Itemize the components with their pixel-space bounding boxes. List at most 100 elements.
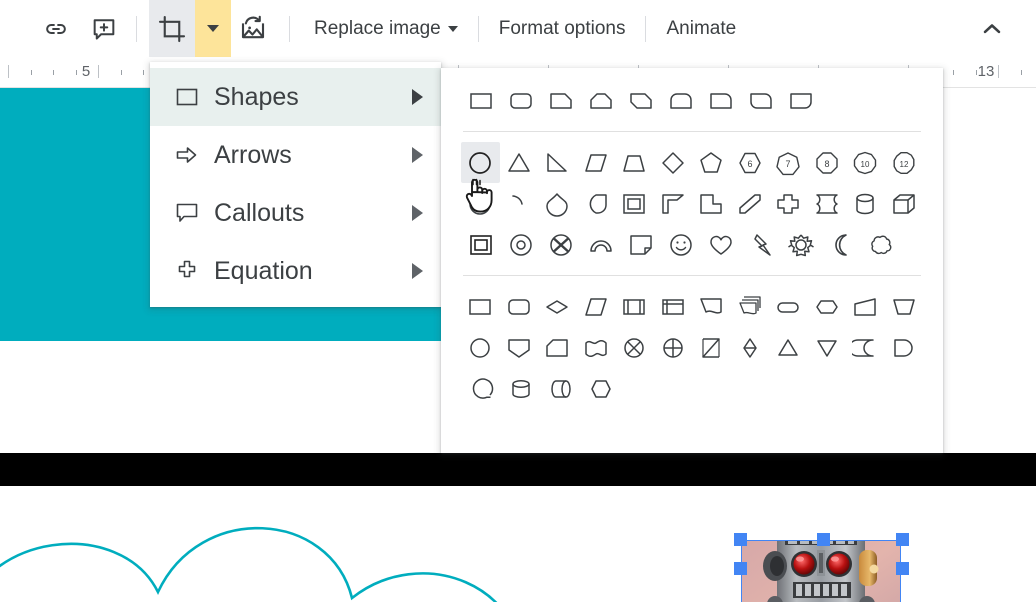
add-comment-icon[interactable] — [84, 9, 124, 49]
menu-item-shapes[interactable]: Shapes — [150, 68, 441, 126]
shape-ellipse[interactable] — [461, 142, 500, 183]
shape-snip-and-round-single-corner-rectangle[interactable] — [781, 80, 821, 121]
shape-flowchart-punched-tape[interactable] — [577, 327, 616, 368]
crop-button[interactable] — [149, 0, 195, 57]
palette-row: 6 7 8 10 12 — [461, 142, 923, 183]
shape-flowchart-off-page-connector[interactable] — [500, 327, 539, 368]
shape-cloud[interactable] — [861, 224, 901, 265]
selected-image-group[interactable] — [734, 533, 909, 602]
shape-rectangle[interactable] — [461, 80, 501, 121]
shape-flowchart-manual-input[interactable] — [846, 286, 885, 327]
shape-flowchart-stored-data[interactable] — [846, 327, 885, 368]
shape-flowchart-multidocument[interactable] — [731, 286, 770, 327]
image-toolbar: Replace image Format options Animate — [0, 0, 1036, 57]
shape-frame[interactable] — [615, 183, 654, 224]
selection-handle-middle-right[interactable] — [896, 562, 909, 575]
format-options-label: Format options — [498, 17, 626, 39]
shape-teardrop-shape[interactable] — [538, 183, 577, 224]
shape-cross[interactable] — [769, 183, 808, 224]
shape-sun[interactable] — [781, 224, 821, 265]
shape-flowchart-delay[interactable] — [885, 327, 924, 368]
shape-dodecagon-12[interactable]: 12 — [885, 142, 924, 183]
reset-image-icon[interactable] — [233, 9, 273, 49]
animate-button[interactable]: Animate — [650, 11, 752, 47]
shape-flowchart-preparation[interactable] — [808, 286, 847, 327]
shape-corner[interactable] — [654, 183, 693, 224]
slide-title[interactable]: to consider befor — [0, 383, 341, 438]
shape-no-symbol[interactable] — [541, 224, 581, 265]
shape-half-frame-round[interactable] — [577, 183, 616, 224]
shape-decagon-10[interactable]: 10 — [846, 142, 885, 183]
shape-flowchart-display[interactable] — [581, 368, 621, 409]
shape-trapezoid[interactable] — [615, 142, 654, 183]
selection-handle-top-center[interactable] — [817, 533, 830, 546]
shape-snip-same-side-corner-rectangle[interactable] — [581, 80, 621, 121]
selection-handle-top-left[interactable] — [734, 533, 747, 546]
shape-flowchart-sequential-access-storage[interactable] — [461, 368, 501, 409]
shape-flowchart-connector[interactable] — [461, 327, 500, 368]
shape-folded-corner[interactable] — [621, 224, 661, 265]
shape-diagonal-stripe[interactable] — [731, 183, 770, 224]
shape-l-shape[interactable] — [692, 183, 731, 224]
selection-handle-top-right[interactable] — [896, 533, 909, 546]
shape-flowchart-alternate-process[interactable] — [500, 286, 539, 327]
shape-flowchart-extract[interactable] — [769, 327, 808, 368]
shape-flowchart-internal-storage[interactable] — [654, 286, 693, 327]
shape-flowchart-predefined-process[interactable] — [615, 286, 654, 327]
shape-flowchart-or[interactable] — [654, 327, 693, 368]
shape-flowchart-terminator[interactable] — [769, 286, 808, 327]
shape-pentagon[interactable] — [692, 142, 731, 183]
shape-lightning-bolt[interactable] — [741, 224, 781, 265]
shape-snip-diagonal-corner-rectangle[interactable] — [621, 80, 661, 121]
shape-round-single-corner-rectangle[interactable] — [701, 80, 741, 121]
insert-link-icon[interactable] — [36, 9, 76, 49]
shape-flowchart-manual-operation[interactable] — [885, 286, 924, 327]
svg-text:8: 8 — [824, 159, 829, 169]
shape-flowchart-document[interactable] — [692, 286, 731, 327]
replace-image-button[interactable]: Replace image — [298, 11, 474, 47]
selection-handle-middle-left[interactable] — [734, 562, 747, 575]
shape-heart[interactable] — [701, 224, 741, 265]
menu-item-equation[interactable]: Equation — [150, 242, 441, 300]
shape-flowchart-magnetic-disk[interactable] — [501, 368, 541, 409]
palette-divider-1 — [463, 131, 921, 132]
shape-flowchart-direct-access-storage[interactable] — [541, 368, 581, 409]
crop-dropdown-button[interactable] — [195, 0, 231, 57]
shape-octagon-8[interactable]: 8 — [808, 142, 847, 183]
shape-smiley-face[interactable] — [661, 224, 701, 265]
shape-rounded-rectangle[interactable] — [501, 80, 541, 121]
shape-cube[interactable] — [885, 183, 924, 224]
shape-flowchart-data[interactable] — [577, 286, 616, 327]
shape-arc[interactable] — [500, 183, 539, 224]
plus-sign-icon — [174, 258, 214, 284]
shape-flowchart-process[interactable] — [461, 286, 500, 327]
shape-cylinder[interactable] — [846, 183, 885, 224]
shape-round-same-side-corner-rectangle[interactable] — [661, 80, 701, 121]
shape-teardrop[interactable] — [461, 183, 500, 224]
shape-flowchart-decision[interactable] — [538, 286, 577, 327]
shape-flowchart-merge[interactable] — [808, 327, 847, 368]
shape-flowchart-sort[interactable] — [731, 327, 770, 368]
shape-plaque[interactable] — [808, 183, 847, 224]
shape-moon[interactable] — [821, 224, 861, 265]
menu-item-arrows[interactable]: Arrows — [150, 126, 441, 184]
shape-bevel[interactable] — [461, 224, 501, 265]
shape-snip-single-corner-rectangle[interactable] — [541, 80, 581, 121]
shape-donut[interactable] — [501, 224, 541, 265]
shape-hexagon-6[interactable]: 6 — [731, 142, 770, 183]
shape-diamond[interactable] — [654, 142, 693, 183]
format-options-button[interactable]: Format options — [483, 11, 642, 47]
robot-image[interactable] — [741, 540, 901, 602]
body-heading[interactable]: ur Computer — [0, 597, 137, 602]
shape-parallelogram[interactable] — [577, 142, 616, 183]
shape-block-arc[interactable] — [581, 224, 621, 265]
shape-flowchart-collate[interactable] — [692, 327, 731, 368]
shape-flowchart-card[interactable] — [538, 327, 577, 368]
menu-item-callouts[interactable]: Callouts — [150, 184, 441, 242]
shape-triangle[interactable] — [500, 142, 539, 183]
shape-right-triangle[interactable] — [538, 142, 577, 183]
shape-flowchart-summing-junction[interactable] — [615, 327, 654, 368]
shape-heptagon-7[interactable]: 7 — [769, 142, 808, 183]
shape-round-diagonal-corner-rectangle[interactable] — [741, 80, 781, 121]
collapse-toolbar-button[interactable] — [972, 9, 1012, 49]
